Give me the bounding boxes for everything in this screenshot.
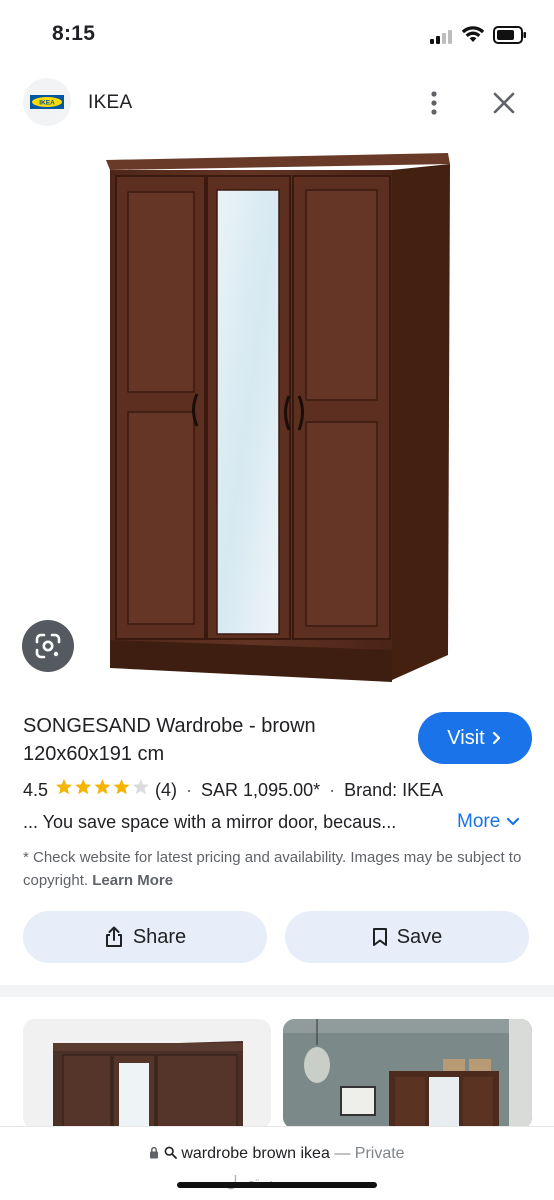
bookmark-icon	[372, 928, 387, 946]
home-indicator[interactable]	[177, 1182, 377, 1188]
lock-icon	[150, 1146, 159, 1159]
disclaimer: * Check website for latest pricing and a…	[23, 846, 533, 892]
room-thumbnail	[283, 1019, 532, 1129]
product-title-line2: 120x60x191 cm	[23, 743, 165, 765]
visit-button[interactable]: Visit	[418, 712, 532, 764]
ikea-logo-icon: IKEA	[30, 95, 64, 109]
stars-svg	[56, 779, 149, 795]
separator: —	[334, 1145, 351, 1162]
rating-value: 4.5	[23, 779, 49, 800]
battery-icon	[493, 26, 526, 44]
result-header: IKEA IKEA	[0, 78, 554, 130]
product-image[interactable]	[0, 140, 554, 695]
related-image-1[interactable]	[23, 1019, 271, 1129]
address-bar[interactable]: wardrobe brown ikea — Private	[0, 1145, 554, 1163]
save-label: Save	[396, 925, 443, 948]
search-icon	[164, 1146, 177, 1159]
chevron-right-icon	[492, 731, 500, 745]
google-lens-icon	[35, 633, 61, 659]
svg-text:IKEA: IKEA	[39, 99, 55, 106]
separator-dot: ·	[329, 779, 336, 800]
learn-more-link[interactable]: Learn More	[92, 872, 173, 889]
browser-bottom-bar: wardrobe brown ikea — Private مستعمل	[0, 1126, 554, 1200]
more-vert-icon[interactable]	[424, 90, 444, 116]
share-label: Share	[132, 925, 187, 948]
wifi-icon	[461, 26, 485, 42]
related-image-2[interactable]	[283, 1019, 532, 1129]
wardrobe-illustration	[106, 153, 450, 682]
private-mode-label: Private	[354, 1145, 405, 1162]
site-name[interactable]: IKEA	[88, 92, 133, 114]
close-icon[interactable]	[492, 91, 516, 115]
share-button[interactable]: Share	[23, 911, 267, 963]
description-snippet: ... You save space with a mirror door, b…	[23, 812, 397, 832]
cellular-signal-icon	[430, 30, 452, 44]
review-count[interactable]: (4)	[155, 780, 177, 801]
brand: Brand: IKEA	[344, 779, 444, 800]
section-divider	[0, 985, 554, 997]
site-favicon: IKEA	[23, 78, 71, 126]
price: SAR 1,095.00*	[201, 779, 321, 800]
product-title[interactable]: SONGESAND Wardrobe - brown 120x60x191 cm	[23, 712, 403, 768]
star-rating-icon	[55, 778, 151, 802]
separator-dot: ·	[186, 779, 193, 800]
save-button[interactable]: Save	[285, 911, 529, 963]
product-title-line1: SONGESAND Wardrobe - brown	[23, 715, 316, 737]
more-button[interactable]: More	[457, 811, 520, 833]
status-time: 8:15	[52, 22, 96, 45]
lens-search-button[interactable]	[22, 620, 74, 672]
chevron-down-icon	[507, 817, 520, 826]
share-icon	[105, 926, 122, 947]
search-query: wardrobe brown ikea	[181, 1145, 330, 1162]
status-bar: 8:15	[0, 0, 554, 70]
more-label: More	[457, 811, 501, 832]
wardrobe-thumbnail	[53, 1041, 243, 1129]
product-meta: 4.5 (4) · SAR 1,095.00* · Brand: IKEA	[23, 778, 443, 802]
visit-label: Visit	[447, 726, 485, 749]
